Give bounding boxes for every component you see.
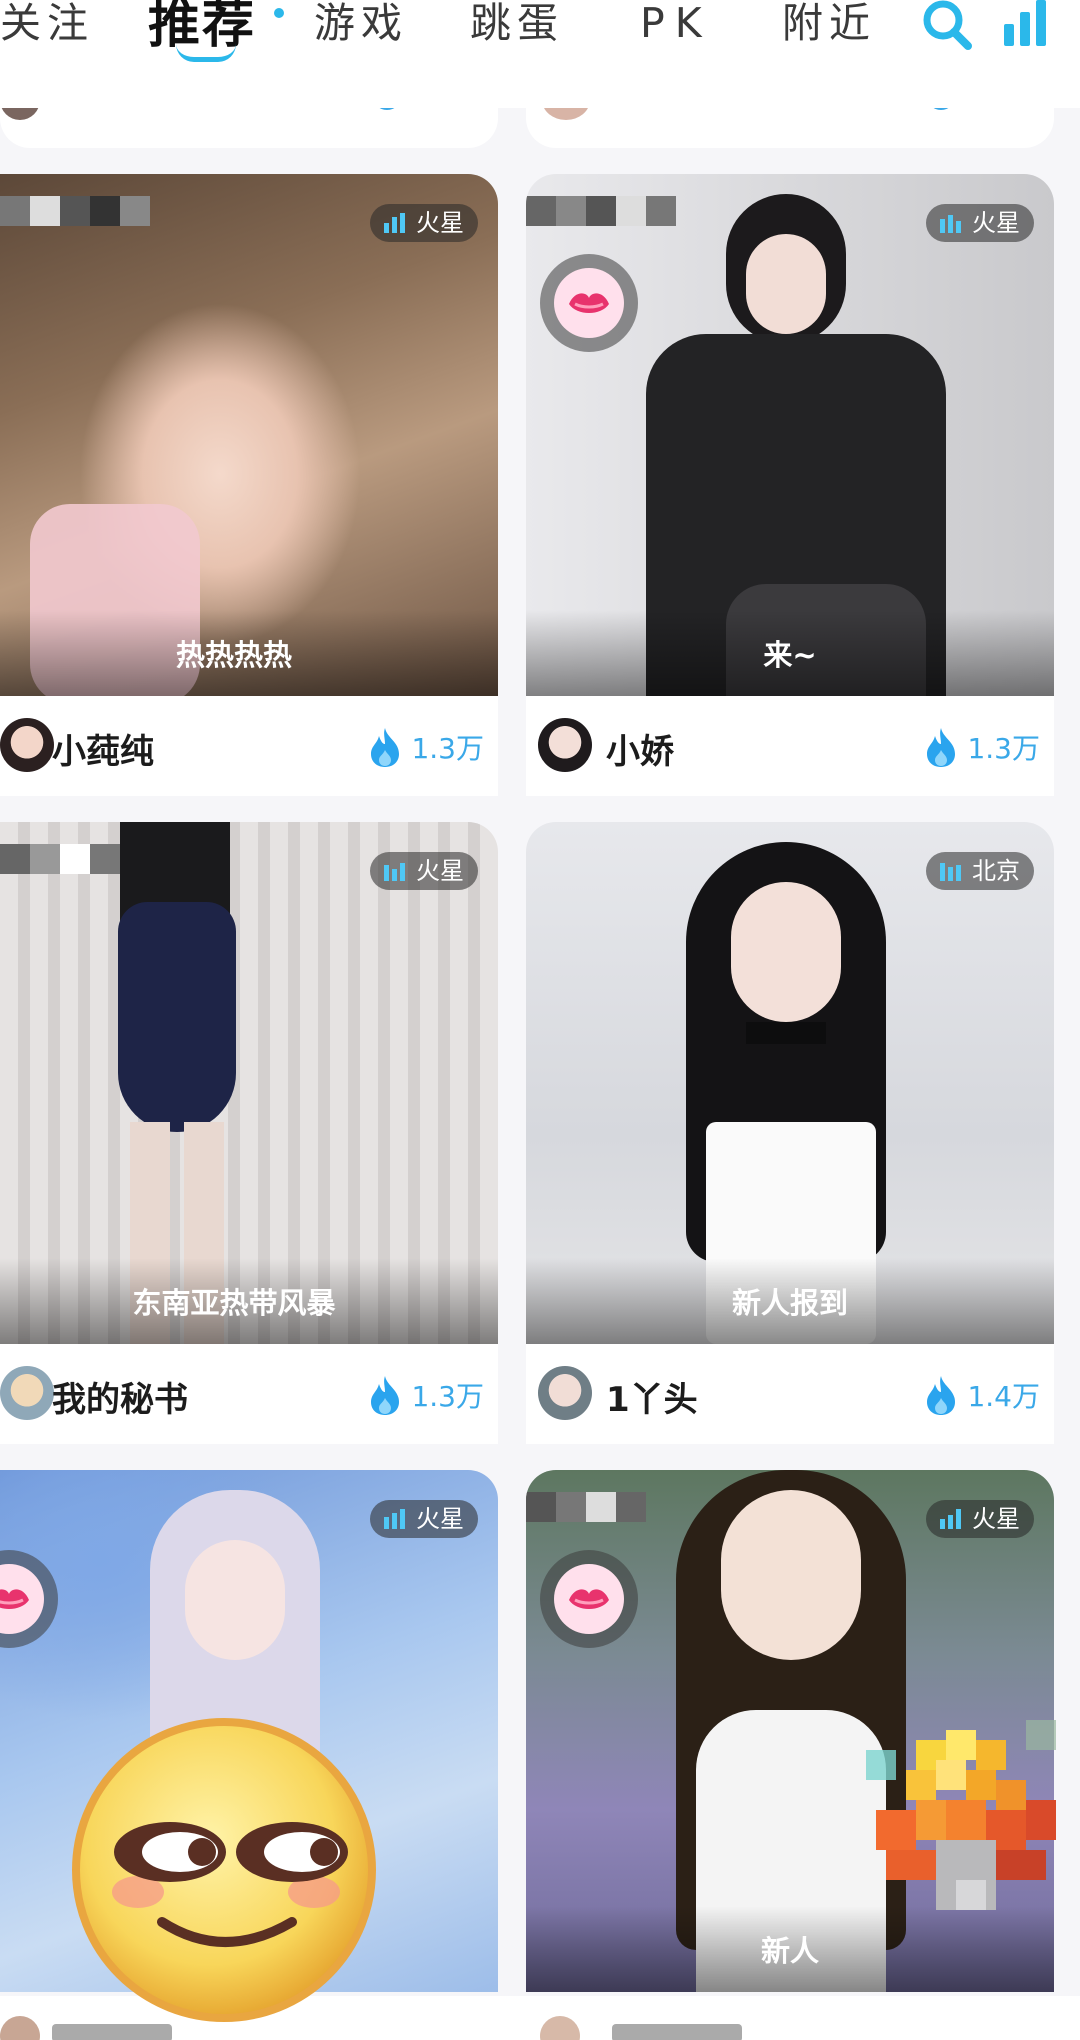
streamer-name: 小莼纯 [52,732,154,772]
heat-value: 1.3万 [967,732,1040,765]
tab-nearby[interactable]: 附近 [782,0,876,46]
tab-pk[interactable]: PK [640,0,712,46]
location-label: 火星 [416,857,464,885]
signal-bars-icon [940,863,961,881]
heat-count: 1.4万 [923,1374,1040,1416]
smirk-emoji-sticker [70,1716,378,2024]
location-label: 火星 [416,1505,464,1533]
signal-bars-icon [384,863,405,881]
mosaic-gift-sticker [866,1700,1066,1924]
flame-icon [927,728,956,767]
location-badge: 火星 [370,852,478,890]
live-title: 来~ [763,638,817,672]
lips-badge [540,1550,638,1648]
heat-count: 1.3万 [923,726,1040,768]
active-tab-dot [274,8,284,18]
heat-value: 1.3万 [411,732,484,765]
location-badge: 火星 [926,1500,1034,1538]
flame-icon [371,728,400,767]
live-card[interactable]: 火星 东南亚热带风暴 我的秘书 1.3万 [0,822,498,1444]
live-title: 热热热热 [175,638,292,672]
signal-bars-icon [940,1509,961,1529]
live-card[interactable]: 火星 热热热热 小莼纯 1.3万 [0,174,498,796]
tab-vibrator[interactable]: 跳蛋 [470,0,564,46]
live-cover-image: 北京 新人报到 [526,822,1054,1344]
lips-icon [569,293,609,313]
lips-icon [0,1589,29,1609]
signal-bars-icon [940,215,961,233]
ranking-icon[interactable] [1002,0,1048,52]
tab-games[interactable]: 游戏 [314,0,408,46]
tab-recommend[interactable]: 推荐 [148,0,256,51]
live-card[interactable]: 北京 新人报到 1丫头 1.4万 [526,822,1054,1444]
signal-bars-icon [384,1509,405,1529]
lips-icon [569,1589,609,1609]
streamer-name: 1丫头 [606,1380,698,1420]
location-badge: 火星 [370,1500,478,1538]
avatar[interactable] [0,1366,54,1420]
location-label: 火星 [416,209,464,237]
streamer-name: 我的秘书 [52,1380,188,1420]
avatar[interactable] [0,718,54,772]
top-tab-bar: 关注 推荐 游戏 跳蛋 PK 附近 [0,0,1080,108]
live-title: 新人 [760,1934,819,1968]
live-card[interactable]: 火星 来~ 小娇 1.3万 [526,174,1054,796]
location-label: 火星 [972,209,1020,237]
streamer-name: 小娇 [606,732,674,772]
location-label: 火星 [972,1505,1020,1533]
location-badge: 火星 [926,204,1034,242]
live-cover-image: 火星 热热热热 [0,174,498,696]
avatar[interactable] [538,718,592,772]
lips-badge [540,254,638,352]
live-title: 东南亚热带风暴 [132,1286,336,1320]
location-label: 北京 [972,857,1020,885]
flame-icon [371,1376,400,1415]
live-title: 新人报到 [731,1286,848,1320]
tab-follow[interactable]: 关注 [0,0,94,46]
signal-bars-icon [384,213,405,233]
search-icon[interactable] [920,0,976,54]
heat-count: 1.3万 [367,726,484,768]
heat-count: 1.3万 [367,1374,484,1416]
live-cover-image: 火星 东南亚热带风暴 [0,822,498,1344]
location-badge: 火星 [370,204,478,242]
live-cover-image: 火星 来~ [526,174,1054,696]
location-badge: 北京 [926,852,1034,890]
live-feed-page: 关注 推荐 游戏 跳蛋 PK 附近 火星 热热热热 小莼纯 1.3万 火星 来~… [0,0,1080,2040]
heat-value: 1.4万 [967,1380,1040,1413]
heat-value: 1.3万 [411,1380,484,1413]
active-tab-indicator [176,44,236,62]
flame-icon [927,1376,956,1415]
avatar[interactable] [538,1366,592,1420]
